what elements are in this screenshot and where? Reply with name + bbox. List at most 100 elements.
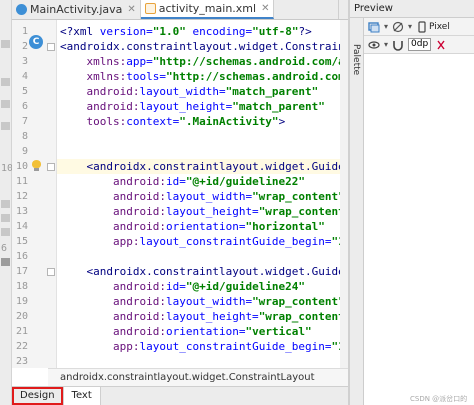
code-line[interactable]: android:layout_height="match_parent"	[60, 99, 324, 114]
line-number: 3	[21, 56, 28, 67]
left-tool-strip: 10 6	[0, 0, 14, 405]
close-icon[interactable]: ✕	[127, 4, 135, 15]
code-line[interactable]: android:layout_height="wrap_content"	[60, 309, 348, 324]
orientation-icon[interactable]	[392, 21, 404, 33]
code-token: ".MainActivity"	[179, 115, 279, 128]
code-token: "1.0"	[152, 25, 186, 38]
line-number: 6	[21, 101, 28, 112]
tab-activity-main-xml[interactable]: activity_main.xml ✕	[140, 0, 275, 19]
editor-tab-bar: MainActivity.java ✕ activity_main.xml ✕	[12, 0, 348, 20]
chevron-down-icon[interactable]: ▾	[408, 22, 412, 31]
code-token: xmlns:	[60, 55, 127, 68]
line-number: 10	[15, 161, 28, 172]
code-token: android:	[60, 310, 166, 323]
code-token: app:	[60, 340, 140, 353]
preview-canvas[interactable]	[364, 54, 474, 405]
preview-toolbar: ▾ ▾ Pixel	[364, 18, 474, 36]
layers-icon[interactable]	[368, 21, 380, 33]
breadcrumb[interactable]: androidx.constraintlayout.widget.Constra…	[48, 368, 348, 386]
code-line[interactable]: app:layout_constraintGuide_begin="10dp" …	[60, 339, 348, 354]
lightbulb-icon[interactable]	[32, 160, 41, 171]
code-token: layout_width=	[165, 295, 253, 308]
code-token: android:	[60, 325, 166, 338]
code-token: android:	[60, 220, 166, 233]
code-token: orientation=	[165, 325, 246, 338]
code-line[interactable]: <androidx.constraintlayout.widget.Guidel…	[57, 159, 348, 174]
code-token: "wrap_content"	[252, 295, 345, 308]
code-line[interactable]: <androidx.constraintlayout.widget.Constr…	[60, 39, 348, 54]
strip-marker	[1, 122, 10, 130]
fold-marker-icon[interactable]	[47, 43, 55, 51]
code-token: android:	[60, 295, 166, 308]
code-token: <	[60, 160, 94, 173]
code-line[interactable]: android:orientation="vertical"	[60, 324, 312, 339]
code-token: "vertical"	[245, 325, 312, 338]
code-line[interactable]: app:layout_constraintGuide_begin="10dp" …	[60, 234, 348, 249]
code-area[interactable]: <?xml version="1.0" encoding="utf-8"?> <a…	[57, 20, 348, 368]
constraint-toolbar: ▾ 0dp	[364, 36, 474, 54]
code-token: <	[60, 265, 94, 278]
fold-marker-icon[interactable]	[47, 268, 55, 276]
fold-marker-icon[interactable]	[47, 163, 55, 171]
code-token: layout_height=	[165, 205, 259, 218]
code-line[interactable]: xmlns:app="http://schemas.android.com/ap…	[60, 54, 348, 69]
line-number: 16	[15, 251, 28, 262]
code-line[interactable]: android:id="@+id/guideline22"	[60, 174, 305, 189]
preview-title: Preview	[350, 0, 474, 18]
line-number: 9	[21, 146, 28, 157]
code-line[interactable]: <androidx.constraintlayout.widget.Guidel…	[60, 264, 348, 279]
code-line[interactable]: android:layout_width="wrap_content"	[60, 189, 345, 204]
line-number: 17	[15, 266, 28, 277]
code-token: tools:	[60, 115, 127, 128]
code-token: xml	[73, 25, 100, 38]
code-line[interactable]: android:orientation="horizontal"	[60, 219, 325, 234]
tab-text[interactable]: Text	[62, 387, 101, 405]
palette-label[interactable]: Palette	[351, 44, 361, 75]
code-editor[interactable]: C 1 2 3 4 5 6 7 8 9 10 11 12 13 14 15 16 17 18 19 20 21 22 23 …	[12, 20, 348, 368]
code-token: android:	[60, 85, 140, 98]
phone-icon	[418, 20, 426, 33]
code-token: >	[278, 115, 286, 128]
code-line[interactable]: android:layout_width="match_parent"	[60, 84, 318, 99]
line-number: 5	[21, 86, 28, 97]
code-line[interactable]: <?xml version="1.0" encoding="utf-8"?>	[60, 24, 312, 39]
line-number: 2	[21, 41, 28, 52]
tab-mainactivity-java[interactable]: MainActivity.java ✕	[12, 0, 141, 19]
chevron-down-icon[interactable]: ▾	[384, 40, 388, 49]
code-token: "horizontal"	[245, 220, 325, 233]
code-token: <	[60, 40, 67, 53]
tab-label: activity_main.xml	[158, 2, 257, 15]
code-line[interactable]: tools:context=".MainActivity">	[60, 114, 285, 129]
default-margin-field[interactable]: 0dp	[408, 38, 432, 51]
code-token: layout_height=	[139, 100, 233, 113]
tab-design[interactable]: Design	[12, 387, 63, 405]
line-number: 23	[15, 356, 28, 367]
close-icon[interactable]: ✕	[261, 3, 269, 14]
line-number: 7	[21, 116, 28, 127]
strip-number: 6	[1, 243, 8, 254]
code-line[interactable]: xmlns:tools="http://schemas.android.com/…	[60, 69, 348, 84]
code-token: tools=	[126, 70, 166, 83]
code-token: layout_constraintGuide_begin=	[139, 340, 332, 353]
vertical-scrollbar[interactable]	[340, 20, 348, 368]
code-line[interactable]: android:layout_height="wrap_content"	[60, 204, 348, 219]
eye-icon[interactable]	[368, 39, 380, 51]
tab-overflow[interactable]	[338, 0, 348, 19]
editor-mode-tabs: Design Text	[12, 386, 348, 405]
line-number: 11	[15, 176, 28, 187]
strip-marker	[1, 258, 10, 266]
clear-constraints-icon[interactable]	[435, 39, 447, 51]
device-selector[interactable]: Pixel	[416, 20, 450, 33]
code-line[interactable]: android:layout_width="wrap_content"	[60, 294, 345, 309]
code-token: androidx.constraintlayout.widget.Guideli…	[93, 265, 348, 278]
code-token: "match_parent"	[225, 85, 319, 98]
class-icon[interactable]: C	[29, 35, 43, 49]
chevron-down-icon[interactable]: ▾	[384, 22, 388, 31]
magnet-icon[interactable]	[392, 39, 404, 51]
palette-strip[interactable]: Palette	[350, 18, 364, 405]
strip-number: 10	[1, 163, 14, 174]
code-token: layout_constraintGuide_begin=	[139, 235, 332, 248]
code-line[interactable]: android:id="@+id/guideline24"	[60, 279, 305, 294]
code-token: context=	[126, 115, 180, 128]
java-class-icon	[16, 4, 27, 15]
